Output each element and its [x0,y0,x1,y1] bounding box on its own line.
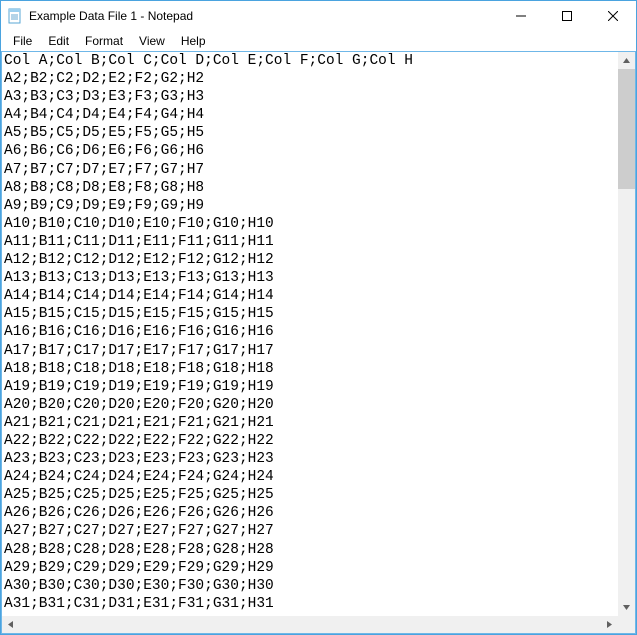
scroll-left-arrow-icon[interactable] [2,616,19,633]
horizontal-scroll-track[interactable] [19,616,601,633]
menu-help[interactable]: Help [173,33,214,49]
menubar: File Edit Format View Help [1,31,636,51]
scroll-up-arrow-icon[interactable] [618,52,635,69]
notepad-app-icon [7,8,23,24]
titlebar[interactable]: Example Data File 1 - Notepad [1,1,636,31]
menu-view[interactable]: View [131,33,173,49]
window-title: Example Data File 1 - Notepad [29,9,498,23]
scroll-right-arrow-icon[interactable] [601,616,618,633]
vertical-scrollbar[interactable] [618,52,635,616]
horizontal-scrollbar[interactable] [2,616,635,633]
window-controls [498,1,636,31]
vertical-scroll-thumb[interactable] [618,69,635,189]
minimize-button[interactable] [498,1,544,31]
scrollbar-corner [618,616,635,633]
menu-edit[interactable]: Edit [40,33,77,49]
notepad-window: Example Data File 1 - Notepad File Edit … [0,0,637,635]
maximize-button[interactable] [544,1,590,31]
close-button[interactable] [590,1,636,31]
vertical-scroll-track[interactable] [618,69,635,599]
menu-file[interactable]: File [5,33,40,49]
scroll-down-arrow-icon[interactable] [618,599,635,616]
menu-format[interactable]: Format [77,33,131,49]
client-area: Col A;Col B;Col C;Col D;Col E;Col F;Col … [1,51,636,634]
text-editor[interactable]: Col A;Col B;Col C;Col D;Col E;Col F;Col … [2,52,618,616]
